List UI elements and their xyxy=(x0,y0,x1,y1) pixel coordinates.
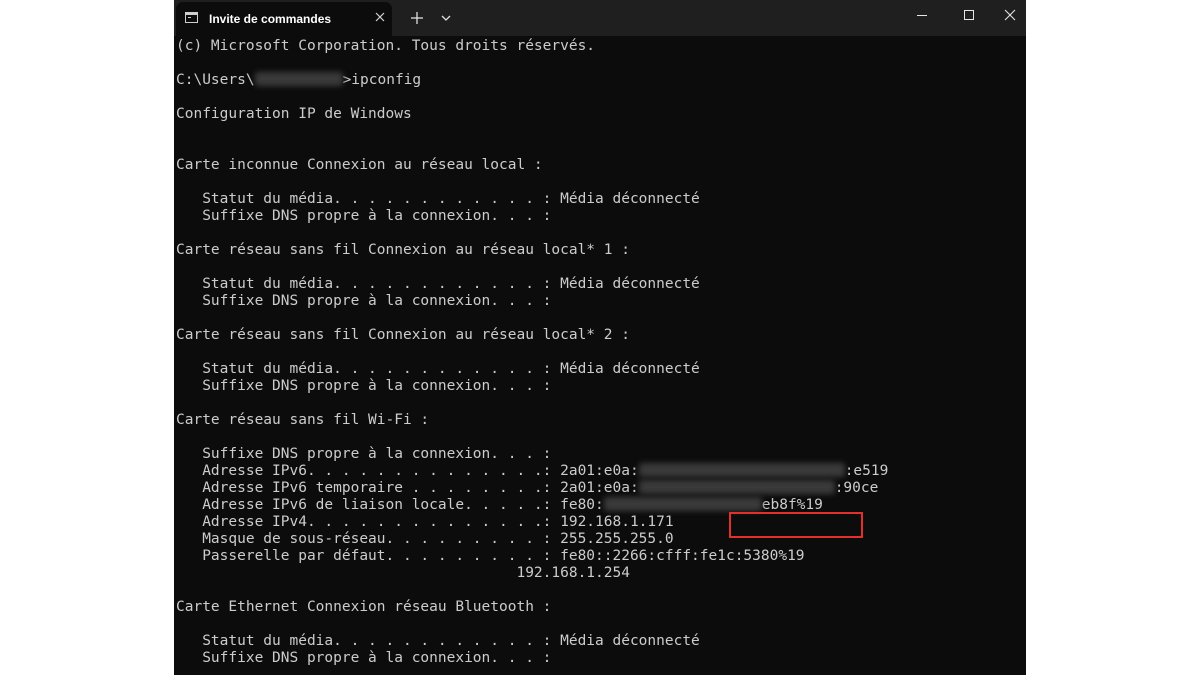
ipv6-temp-suffix: :90ce xyxy=(834,480,879,496)
ipv4-highlight-box xyxy=(729,512,863,538)
ipv6-suffix: :e519 xyxy=(844,463,889,479)
tab-close-button[interactable] xyxy=(372,9,388,25)
console-line: Passerelle par défaut. . . . . . . . . :… xyxy=(176,548,805,564)
new-tab-button[interactable] xyxy=(407,8,427,28)
tab-dropdown-button[interactable] xyxy=(436,8,456,28)
console-line: C:\Users\ >ipconfig xyxy=(176,72,1026,89)
console-line: Carte réseau sans fil Connexion au résea… xyxy=(176,242,630,258)
console-line: Configuration IP de Windows xyxy=(176,106,412,122)
console-line: Adresse IPv6 temporaire . . . . . . . .:… xyxy=(176,480,1026,497)
console-line: Suffixe DNS propre à la connexion. . . : xyxy=(176,446,552,462)
ipv6-link-suffix: eb8f%19 xyxy=(761,497,823,513)
close-icon xyxy=(375,12,385,22)
console-output[interactable]: (c) Microsoft Corporation. Tous droits r… xyxy=(176,38,1026,667)
console-line: Statut du média. . . . . . . . . . . . :… xyxy=(176,276,700,292)
tab-title: Invite de commandes xyxy=(209,12,332,26)
console-line: Statut du média. . . . . . . . . . . . :… xyxy=(176,633,700,649)
ipv6-temp-prefix: Adresse IPv6 temporaire . . . . . . . .:… xyxy=(176,480,639,496)
redacted-username xyxy=(254,72,343,86)
command-prompt-window: Invite de commandes (c) Microsoft Corpor… xyxy=(174,0,1026,675)
console-line: Statut du média. . . . . . . . . . . . :… xyxy=(176,191,700,207)
console-line: (c) Microsoft Corporation. Tous droits r… xyxy=(176,38,596,54)
ipv6-link-prefix: Adresse IPv6 de liaison locale. . . . .:… xyxy=(176,497,604,513)
prompt-command: >ipconfig xyxy=(342,72,422,88)
plus-icon xyxy=(411,12,423,24)
console-line: Carte Ethernet Connexion réseau Bluetoot… xyxy=(176,599,552,615)
console-line: Masque de sous-réseau. . . . . . . . . :… xyxy=(176,531,674,547)
close-icon xyxy=(1004,9,1016,21)
minimize-button[interactable] xyxy=(898,0,946,32)
title-bar: Invite de commandes xyxy=(174,0,1026,36)
console-line: Adresse IPv6. . . . . . . . . . . . . .:… xyxy=(176,463,1026,480)
redacted-ipv6 xyxy=(638,463,845,477)
terminal-icon xyxy=(185,12,198,23)
maximize-icon xyxy=(964,10,974,20)
console-line: 192.168.1.254 xyxy=(176,565,630,581)
console-line: Suffixe DNS propre à la connexion. . . : xyxy=(176,378,552,394)
ipv6-prefix: Adresse IPv6. . . . . . . . . . . . . .:… xyxy=(176,463,639,479)
chevron-down-icon xyxy=(441,15,451,21)
console-line: Carte inconnue Connexion au réseau local… xyxy=(176,157,543,173)
redacted-ipv6-link xyxy=(603,497,762,511)
minimize-icon xyxy=(917,15,927,16)
redacted-ipv6-temp xyxy=(638,480,835,494)
tab-command-prompt[interactable]: Invite de commandes xyxy=(176,2,392,36)
close-window-button[interactable] xyxy=(992,0,1026,32)
console-line: Suffixe DNS propre à la connexion. . . : xyxy=(176,650,552,666)
console-line: Suffixe DNS propre à la connexion. . . : xyxy=(176,208,552,224)
prompt-path: C:\Users\ xyxy=(176,72,255,88)
console-line: Carte réseau sans fil Connexion au résea… xyxy=(176,327,630,343)
console-line: Adresse IPv6 de liaison locale. . . . .:… xyxy=(176,497,1026,514)
ipv4-line: Adresse IPv4. . . . . . . . . . . . . .:… xyxy=(176,514,674,530)
console-line: Statut du média. . . . . . . . . . . . :… xyxy=(176,361,700,377)
maximize-button[interactable] xyxy=(945,0,993,32)
console-line: Carte réseau sans fil Wi-Fi : xyxy=(176,412,430,428)
console-line: Suffixe DNS propre à la connexion. . . : xyxy=(176,293,552,309)
